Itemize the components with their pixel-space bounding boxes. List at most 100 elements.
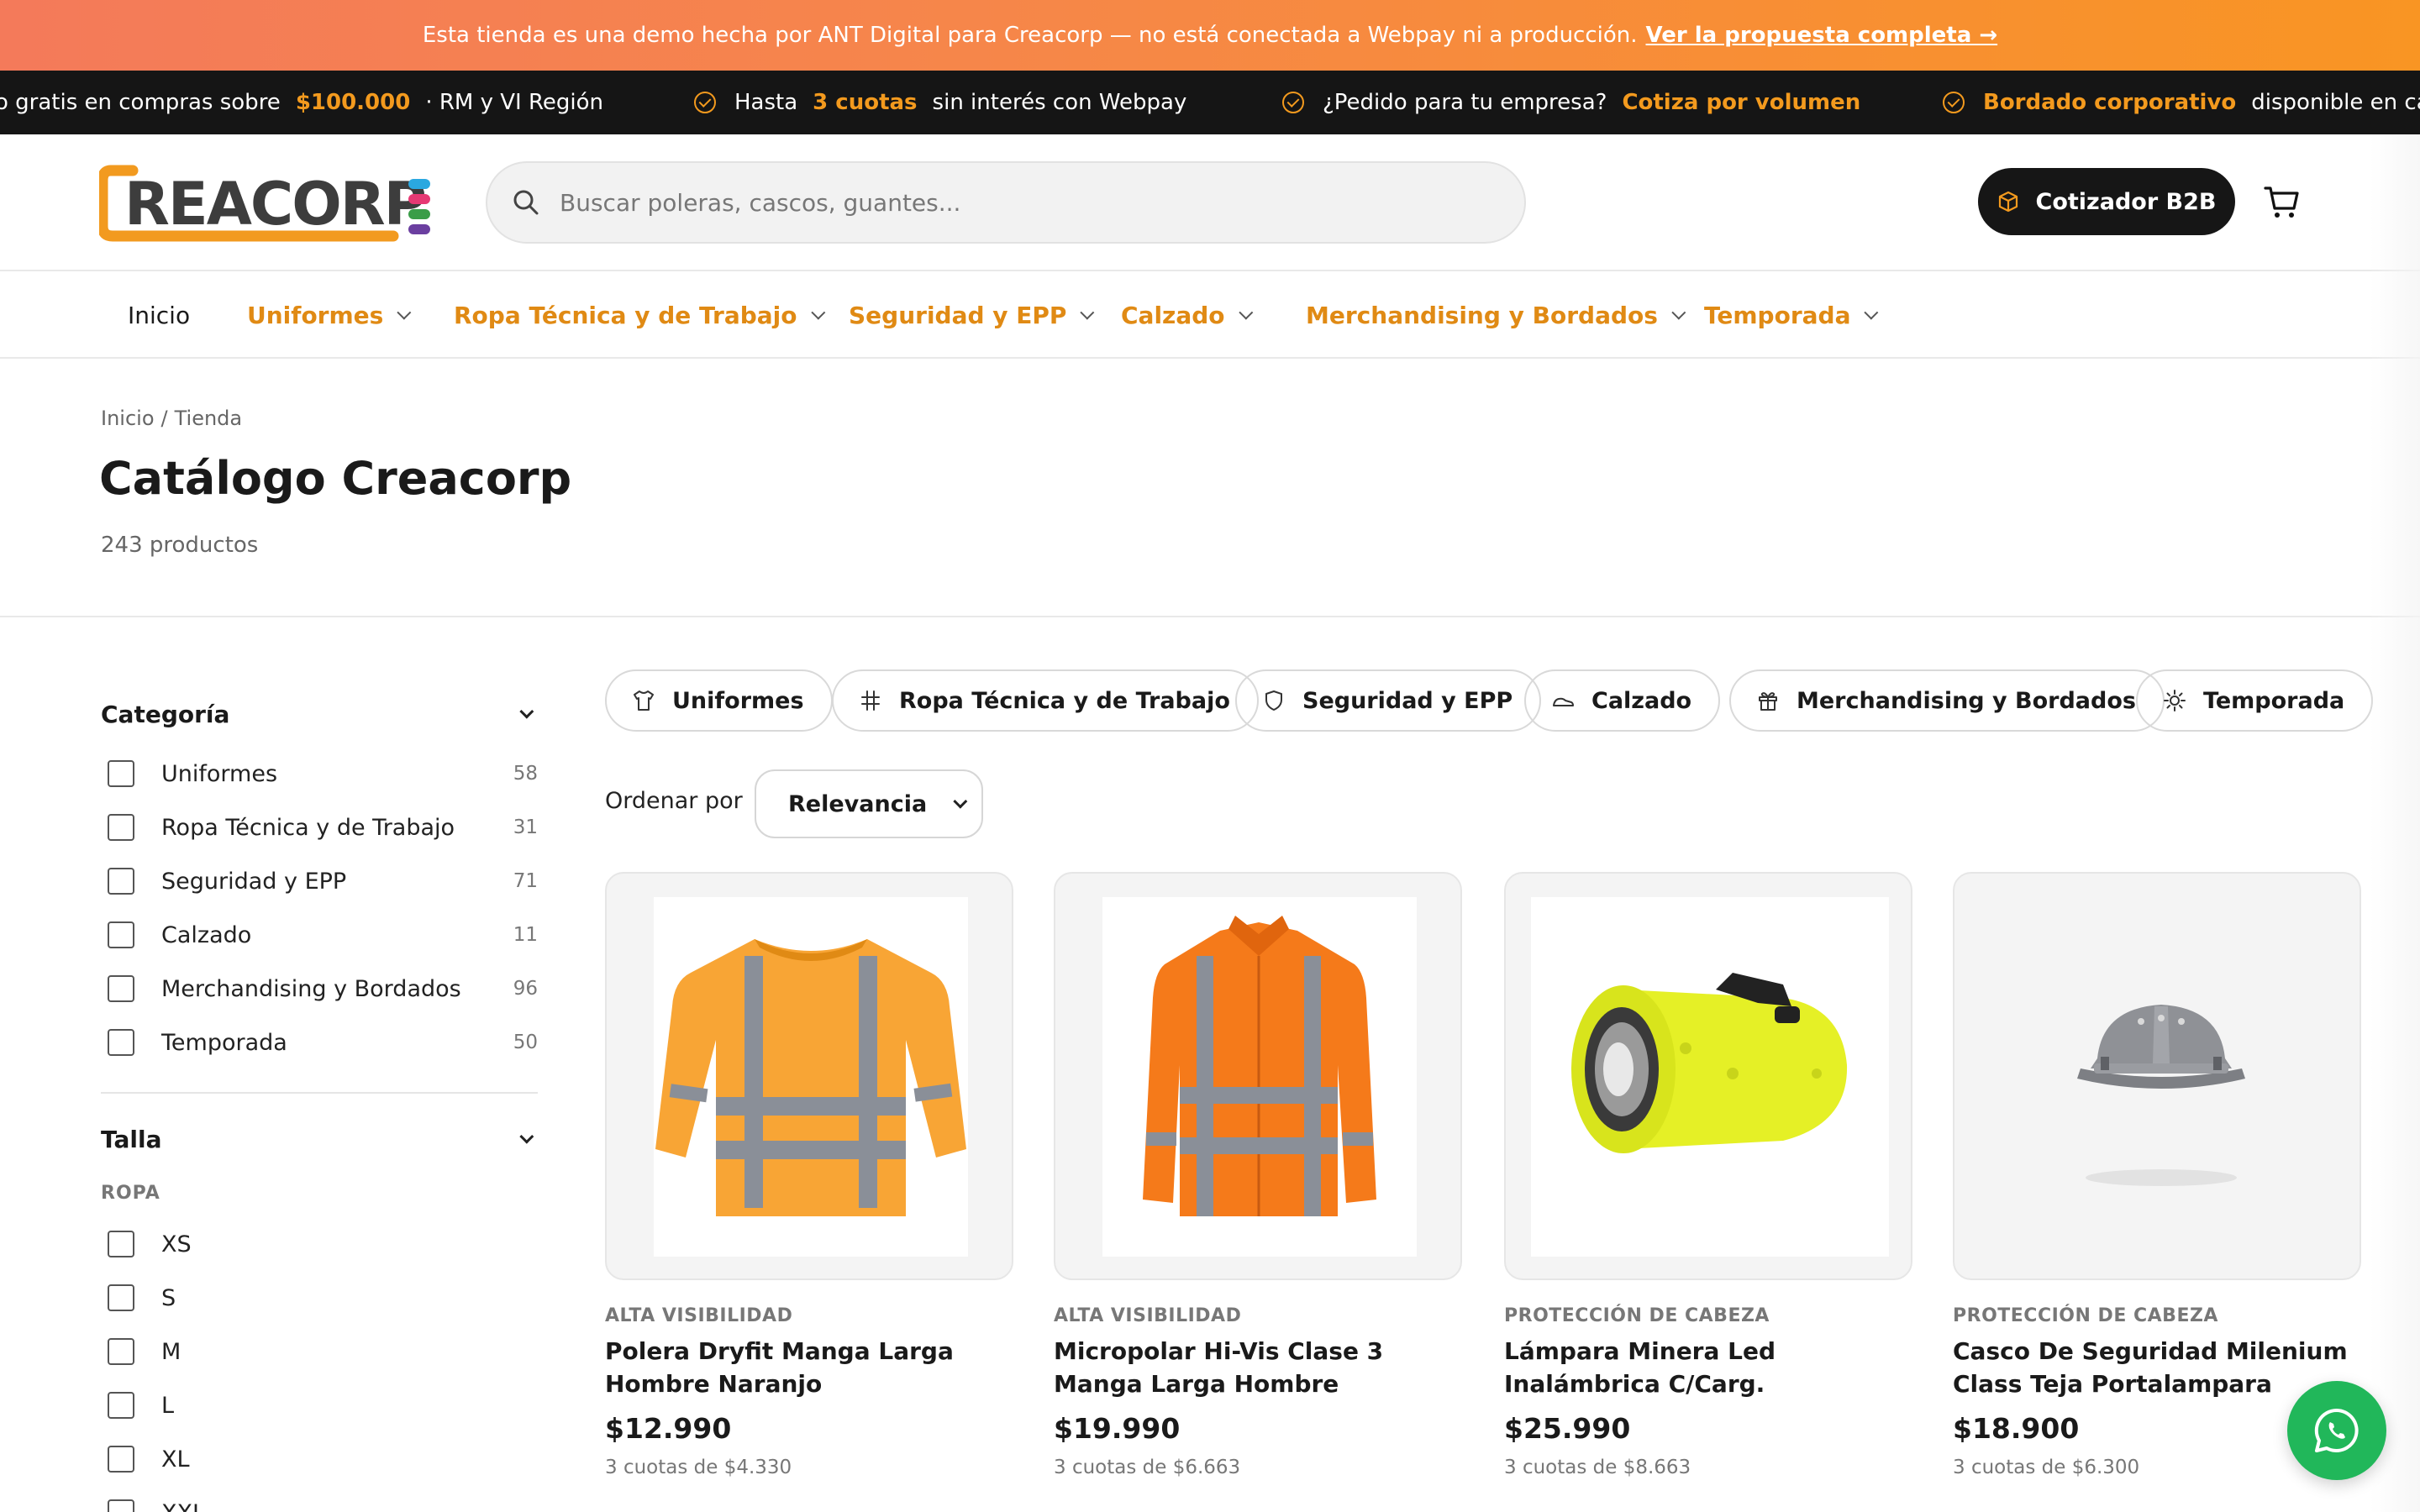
category-filter-option[interactable]: Calzado 11 — [108, 914, 538, 956]
size-filter-title: Talla — [101, 1125, 162, 1153]
checkbox[interactable] — [108, 868, 134, 895]
check-circle-icon — [694, 92, 716, 113]
option-label: XL — [161, 1446, 190, 1473]
checkbox[interactable] — [108, 1499, 134, 1512]
nav-item-ropa-tecnica[interactable]: Ropa Técnica y de Trabajo — [454, 271, 825, 359]
ticker-text: o gratis en compras sobre — [0, 90, 281, 115]
breadcrumb-current: Tienda — [174, 407, 243, 430]
category-filter-title: Categoría — [101, 700, 230, 728]
ticker-highlight: 3 cuotas — [813, 90, 918, 115]
product-name[interactable]: Lámpara Minera Led Inalámbrica C/Carg. — [1504, 1335, 1912, 1400]
category-filter-option[interactable]: Merchandising y Bordados 96 — [108, 968, 538, 1010]
search-icon — [513, 190, 539, 215]
checkbox[interactable] — [108, 1284, 134, 1311]
category-filter-option[interactable]: Ropa Técnica y de Trabajo 31 — [108, 806, 538, 848]
shirt-icon — [634, 690, 654, 711]
option-count: 31 — [513, 816, 538, 838]
chip-label: Temporada — [2203, 687, 2345, 714]
category-filter-option[interactable]: Temporada 50 — [108, 1021, 538, 1063]
b2b-quote-button[interactable]: Cotizador B2B — [1978, 168, 2235, 235]
checkbox[interactable] — [108, 814, 134, 841]
size-filter-option[interactable]: L — [108, 1384, 538, 1426]
demo-banner-link[interactable]: Ver la propuesta completa → — [1646, 23, 1998, 48]
nav-item-label: Uniformes — [247, 301, 384, 329]
nav-item-label: Temporada — [1704, 301, 1851, 329]
ticker-item: ¿Pedido para tu empresa? Cotiza por volu… — [1282, 71, 1876, 134]
chevron-down-icon — [397, 305, 412, 320]
chip-merchandising[interactable]: Merchandising y Bordados — [1729, 669, 2165, 732]
breadcrumb-home[interactable]: Inicio — [101, 407, 155, 430]
chip-label: Calzado — [1591, 687, 1692, 714]
checkbox[interactable] — [108, 1446, 134, 1473]
product-image[interactable] — [605, 872, 1013, 1280]
chip-seguridad[interactable]: Seguridad y EPP — [1235, 669, 1542, 732]
sort-value: Relevancia — [788, 790, 928, 817]
nav-item-label: Ropa Técnica y de Trabajo — [454, 301, 797, 329]
nav-item-seguridad[interactable]: Seguridad y EPP — [849, 271, 1095, 359]
size-group-label: ROPA — [101, 1183, 160, 1204]
whatsapp-button[interactable] — [2287, 1381, 2386, 1480]
chip-ropa-tecnica[interactable]: Ropa Técnica y de Trabajo — [832, 669, 1259, 732]
cart-button[interactable] — [2262, 181, 2302, 222]
check-circle-icon — [1943, 92, 1965, 113]
option-label: M — [161, 1338, 182, 1365]
product-name[interactable]: Polera Dryfit Manga Larga Hombre Naranjo — [605, 1335, 1013, 1400]
product-name[interactable]: Casco De Seguridad Milenium Class Teja P… — [1953, 1335, 2361, 1400]
size-filter-option[interactable]: S — [108, 1277, 538, 1319]
section-divider — [0, 616, 2420, 617]
nav-item-inicio[interactable]: Inicio — [128, 271, 190, 359]
option-label: L — [161, 1392, 175, 1419]
creacorp-logo[interactable]: REACORP — [97, 164, 440, 243]
product-image[interactable] — [1953, 872, 2361, 1280]
product-image[interactable] — [1054, 872, 1462, 1280]
sort-label: Ordenar por — [605, 788, 743, 814]
nav-item-calzado[interactable]: Calzado — [1121, 271, 1253, 359]
search-bar[interactable] — [486, 161, 1526, 244]
checkbox[interactable] — [108, 1029, 134, 1056]
category-filter-option[interactable]: Uniformes 58 — [108, 753, 538, 795]
size-filter-option[interactable]: XXL — [108, 1492, 538, 1512]
sort-select[interactable]: Relevancia — [755, 769, 983, 838]
safety-helmet-image — [2077, 1005, 2245, 1186]
size-filter-option[interactable]: XS — [108, 1223, 538, 1265]
product-card[interactable]: PROTECCIÓN DE CABEZA Casco De Seguridad … — [1953, 872, 2361, 1478]
checkbox[interactable] — [108, 1231, 134, 1257]
product-card[interactable]: ALTA VISIBILIDAD Polera Dryfit Manga Lar… — [605, 872, 1013, 1478]
option-count: 11 — [513, 924, 538, 946]
checkbox[interactable] — [108, 921, 134, 948]
product-card[interactable]: ALTA VISIBILIDAD Micropolar Hi-Vis Clase… — [1054, 872, 1462, 1478]
size-filter-option[interactable]: XL — [108, 1438, 538, 1480]
category-filter-option[interactable]: Seguridad y EPP 71 — [108, 860, 538, 902]
chip-uniformes[interactable]: Uniformes — [605, 669, 833, 732]
nav-item-label: Calzado — [1121, 301, 1225, 329]
nav-item-uniformes[interactable]: Uniformes — [247, 271, 412, 359]
nav-item-merchandising[interactable]: Merchandising y Bordados — [1306, 271, 1686, 359]
search-input[interactable] — [560, 188, 1484, 217]
option-label: Uniformes — [161, 760, 278, 787]
product-card[interactable]: PROTECCIÓN DE CABEZA Lámpara Minera Led … — [1504, 872, 1912, 1478]
option-count: 58 — [513, 763, 538, 785]
category-filter-header[interactable]: Categoría — [101, 689, 538, 739]
chip-label: Ropa Técnica y de Trabajo — [899, 687, 1230, 714]
product-image[interactable] — [1504, 872, 1912, 1280]
size-filter-option[interactable]: M — [108, 1331, 538, 1373]
demo-banner-text: Esta tienda es una demo hecha por ANT Di… — [422, 23, 1638, 48]
chip-temporada[interactable]: Temporada — [2136, 669, 2374, 732]
ticker-item: Hasta 3 cuotas sin interés con Webpay — [694, 71, 1186, 134]
product-installments: 3 cuotas de $6.663 — [1054, 1457, 1241, 1478]
ticker-highlight: Bordado corporativo — [1983, 90, 2237, 115]
checkbox[interactable] — [108, 975, 134, 1002]
chevron-down-icon — [1080, 305, 1095, 320]
product-name[interactable]: Micropolar Hi-Vis Clase 3 Manga Larga Ho… — [1054, 1335, 1462, 1400]
size-filter-header[interactable]: Talla — [101, 1114, 538, 1164]
checkbox[interactable] — [108, 760, 134, 787]
nav-item-temporada[interactable]: Temporada — [1704, 271, 1879, 359]
chip-calzado[interactable]: Calzado — [1524, 669, 1721, 732]
chevron-down-icon — [1671, 305, 1686, 320]
mining-lamp-image — [1571, 973, 1848, 1153]
checkbox[interactable] — [108, 1338, 134, 1365]
ruler-icon — [861, 690, 880, 711]
checkbox[interactable] — [108, 1392, 134, 1419]
nav-item-label: Seguridad y EPP — [849, 301, 1067, 329]
sun-icon — [2164, 690, 2186, 711]
